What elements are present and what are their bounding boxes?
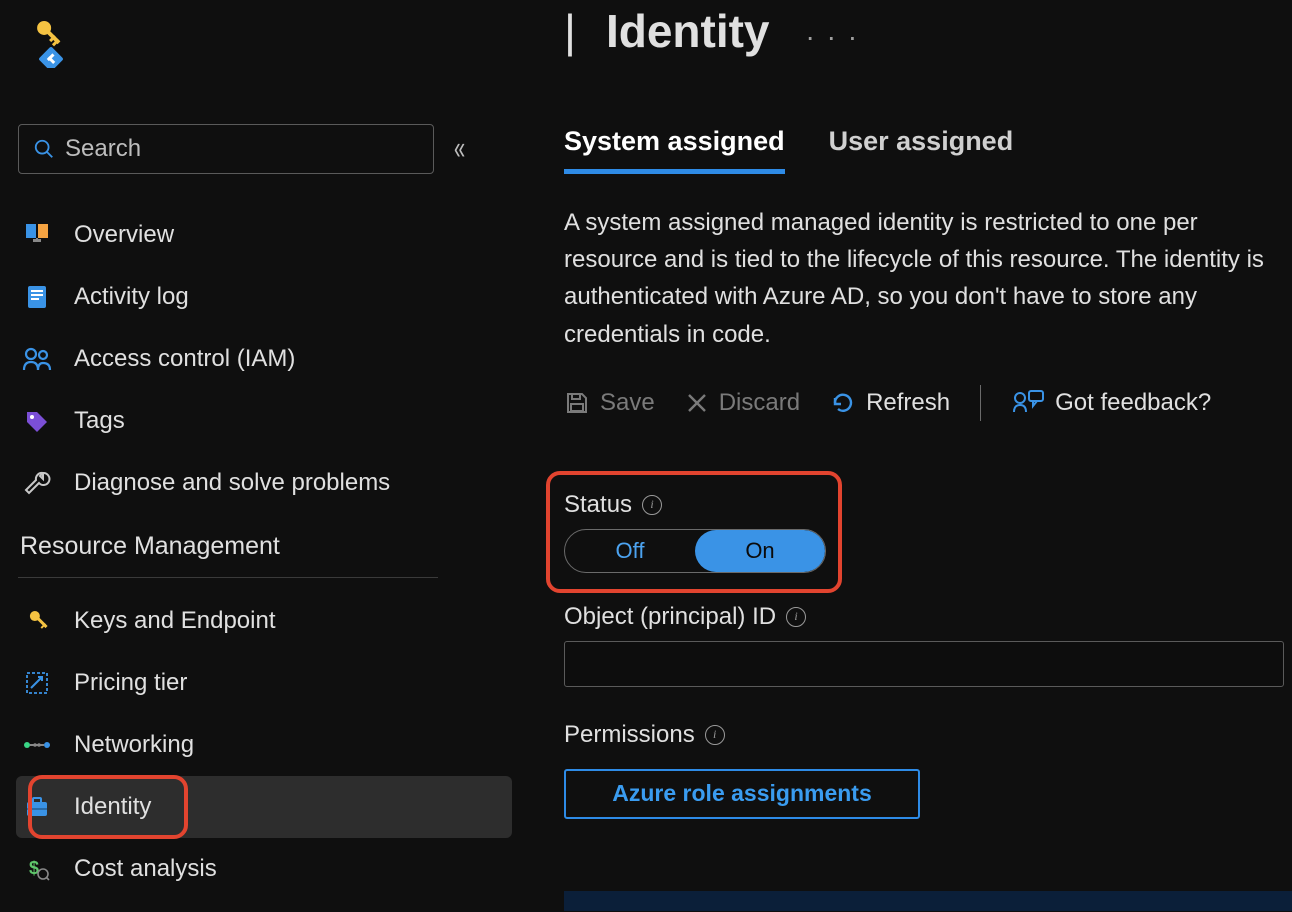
sidebar-item-label: Keys and Endpoint [74,607,275,635]
key-icon [22,606,52,636]
object-id-section: Object (principal) ID i [564,603,1292,687]
highlight-annotation [28,775,188,839]
save-button[interactable]: Save [564,389,655,417]
object-id-label: Object (principal) ID [564,603,776,631]
section-header-resource-mgmt: Resource Management [18,532,492,561]
cost-icon: $ [22,854,52,884]
sidebar-item-pricing[interactable]: Pricing tier [18,652,492,714]
save-icon [564,390,590,416]
refresh-button[interactable]: Refresh [830,389,950,417]
divider [18,577,438,578]
collapse-sidebar-icon[interactable]: « [454,131,465,168]
divider [980,385,981,421]
sidebar-item-networking[interactable]: Networking [18,714,492,776]
object-id-input[interactable] [564,641,1284,687]
sidebar-item-tags[interactable]: Tags [18,390,492,452]
toolbar: Save Discard Refresh Got feedback? [564,385,1292,421]
sidebar-item-label: Activity log [74,283,189,311]
info-icon[interactable]: i [705,725,725,745]
permissions-section: Permissions i Azure role assignments [564,721,1292,819]
sidebar-item-label: Networking [74,731,194,759]
main-content: | Identity · · · System assigned User as… [510,0,1292,912]
feedback-icon [1011,388,1045,418]
sidebar-item-label: Tags [74,407,125,435]
tabs: System assigned User assigned [564,126,1292,174]
description-text: A system assigned managed identity is re… [564,204,1292,353]
tag-icon [22,406,52,436]
search-input[interactable] [18,124,434,174]
info-icon[interactable]: i [786,607,806,627]
sidebar-item-label: Diagnose and solve problems [74,469,390,497]
sidebar-item-access-control[interactable]: Access control (IAM) [18,328,492,390]
log-icon [22,282,52,312]
search-icon [33,138,55,160]
discard-button[interactable]: Discard [685,389,800,417]
sidebar-item-label: Overview [74,221,174,249]
page-title-row: | Identity · · · [564,4,1292,58]
sidebar-item-cost[interactable]: $ Cost analysis [18,838,492,900]
feedback-button[interactable]: Got feedback? [1011,388,1211,418]
sidebar-item-activity-log[interactable]: Activity log [18,266,492,328]
sidebar-item-label: Access control (IAM) [74,345,295,373]
sidebar-item-keys[interactable]: Keys and Endpoint [18,590,492,652]
sidebar-item-label: Pricing tier [74,669,187,697]
more-icon[interactable]: · · · [806,21,860,53]
sidebar-item-label: Cost analysis [74,855,217,883]
close-icon [685,391,709,415]
highlight-annotation [546,471,842,593]
key-logo-icon [22,20,70,68]
wrench-icon [22,468,52,498]
bottom-bar [564,891,1292,911]
sidebar-item-identity[interactable]: Identity [16,776,512,838]
tab-user-assigned[interactable]: User assigned [829,126,1014,174]
permissions-label: Permissions [564,721,695,749]
sidebar-item-overview[interactable]: Overview [18,204,492,266]
page-title: Identity [606,4,770,58]
status-section: Status i Off On [564,491,864,573]
tab-system-assigned[interactable]: System assigned [564,126,785,174]
title-pipe: | [564,4,576,58]
sidebar: « Overview Activity log Access control (… [0,0,510,912]
pricing-icon [22,668,52,698]
overview-icon [22,220,52,250]
network-icon [22,730,52,760]
people-icon [22,344,52,374]
azure-role-assignments-button[interactable]: Azure role assignments [564,769,920,819]
refresh-icon [830,390,856,416]
sidebar-item-diagnose[interactable]: Diagnose and solve problems [18,452,492,514]
